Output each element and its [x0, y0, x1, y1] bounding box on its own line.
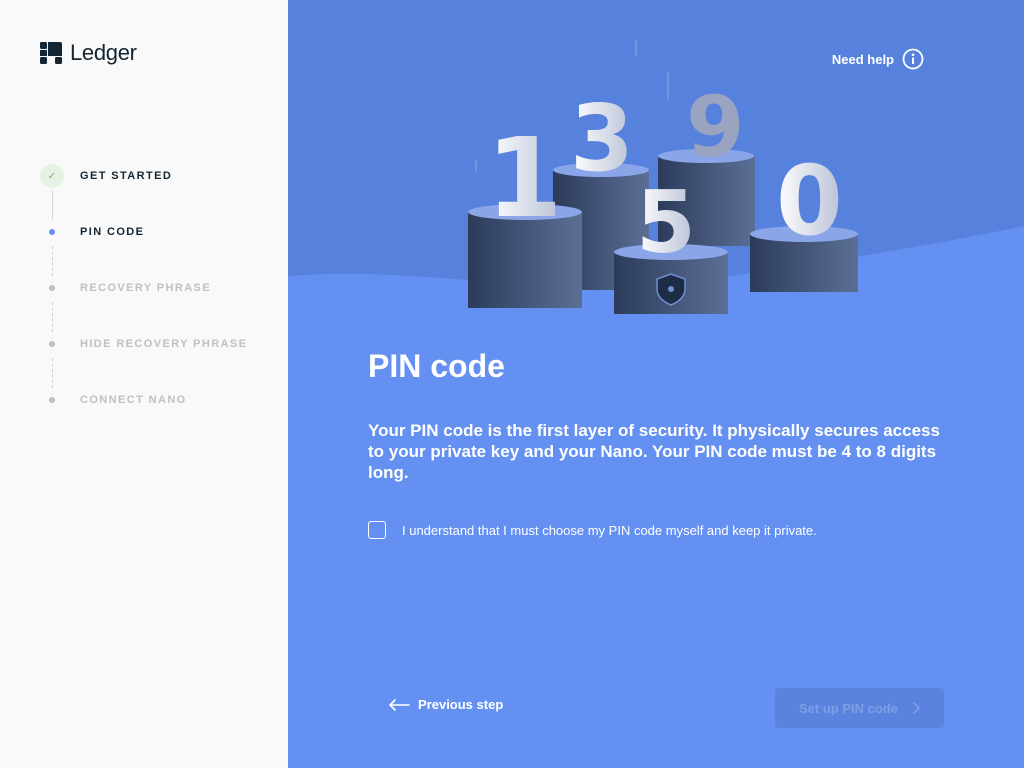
step-connector — [52, 246, 53, 276]
step-connector — [52, 302, 53, 332]
step-hide-recovery-phrase: HIDE RECOVERY PHRASE — [40, 332, 247, 388]
step-dot-active — [49, 229, 55, 235]
step-connect-nano: CONNECT NANO — [40, 388, 247, 444]
understand-checkbox[interactable] — [368, 521, 386, 539]
previous-step-button[interactable]: Previous step — [388, 697, 503, 712]
sidebar: Ledger ✓ GET STARTED PIN CODE RECOVERY P… — [0, 0, 288, 768]
step-get-started: ✓ GET STARTED — [40, 164, 247, 220]
digit-3: 3 — [570, 85, 634, 192]
step-recovery-phrase: RECOVERY PHRASE — [40, 276, 247, 332]
digit-5: 5 — [636, 173, 696, 273]
step-dot — [49, 285, 55, 291]
set-up-pin-button[interactable]: Set up PIN code — [775, 688, 944, 728]
understand-label[interactable]: I understand that I must choose my PIN c… — [402, 523, 817, 538]
page-title: PIN code — [368, 348, 505, 384]
step-label: GET STARTED — [80, 170, 173, 182]
step-dot — [49, 397, 55, 403]
set-up-pin-label: Set up PIN code — [799, 700, 898, 716]
step-label: CONNECT NANO — [80, 394, 187, 406]
digit-1: 1 — [486, 114, 563, 242]
step-connector — [52, 190, 53, 220]
info-icon — [902, 48, 924, 70]
digit-9: 9 — [686, 78, 744, 176]
ledger-logo-icon — [40, 42, 62, 64]
main-panel: Need help 1 3 9 5 0 PIN code Your PIN co… — [288, 0, 1024, 768]
understand-checkbox-row[interactable]: I understand that I must choose my PIN c… — [368, 521, 817, 539]
step-label: PIN CODE — [80, 226, 145, 238]
step-dot — [49, 341, 55, 347]
step-label: RECOVERY PHRASE — [80, 282, 212, 294]
chevron-right-icon — [913, 702, 920, 714]
step-pin-code: PIN CODE — [40, 220, 247, 276]
check-icon: ✓ — [40, 164, 64, 188]
onboarding-steps: ✓ GET STARTED PIN CODE RECOVERY PHRASE H… — [40, 164, 247, 444]
step-connector — [52, 358, 53, 388]
ledger-logo: Ledger — [40, 40, 137, 66]
step-label: HIDE RECOVERY PHRASE — [80, 338, 248, 350]
previous-step-label: Previous step — [418, 697, 504, 712]
arrow-left-icon — [389, 698, 410, 711]
digit-0: 0 — [776, 145, 843, 257]
pin-description: Your PIN code is the first layer of secu… — [368, 421, 940, 482]
logo-text: Ledger — [70, 40, 137, 65]
pin-illustration: 1 3 9 5 0 — [468, 40, 858, 314]
